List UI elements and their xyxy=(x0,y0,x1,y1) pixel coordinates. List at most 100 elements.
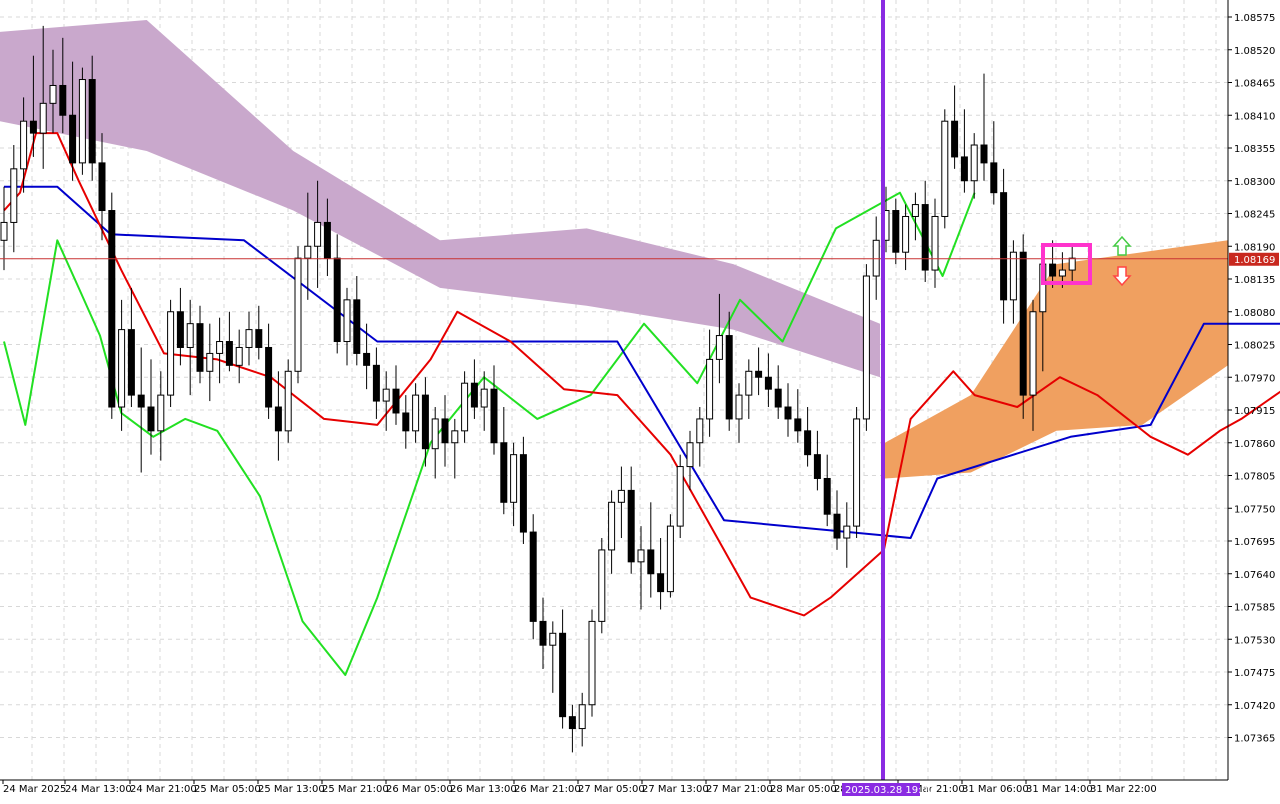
current-price-label: 1.08169 xyxy=(1234,255,1275,266)
candle-body xyxy=(441,418,449,444)
candle-body xyxy=(696,418,704,444)
x-tick-label: 25 Mar 21:00 xyxy=(322,784,389,795)
y-tick-label: 1.07365 xyxy=(1234,734,1275,745)
candle-body xyxy=(519,454,527,533)
candle-body xyxy=(421,394,429,450)
candle-body xyxy=(59,84,67,116)
candle-body xyxy=(627,489,635,563)
ichimoku-chart[interactable]: 1.08575 1.08520 1.08465 1.08410 1.08355 1.083… xyxy=(0,0,1280,800)
candle-body xyxy=(98,162,106,212)
candle-body xyxy=(382,388,390,402)
candle-body xyxy=(568,716,576,730)
y-tick-label: 1.08520 xyxy=(1234,46,1275,57)
candle-body xyxy=(539,620,547,646)
candle-body xyxy=(29,120,37,134)
candle-body xyxy=(108,210,116,408)
candle-body xyxy=(941,120,949,217)
candle-body xyxy=(715,335,723,360)
candle-body xyxy=(157,394,165,432)
candle-body xyxy=(480,388,488,408)
x-tick-label: 31 Mar 06:00 xyxy=(962,784,1029,795)
candle-body xyxy=(686,442,694,468)
candle-body xyxy=(461,382,469,432)
candle-body xyxy=(980,144,988,164)
candle-body xyxy=(1049,263,1057,277)
candle-body xyxy=(78,79,86,164)
candle-body xyxy=(186,323,194,348)
y-tick-label: 1.07805 xyxy=(1234,472,1275,483)
candle-body xyxy=(676,466,684,527)
x-tick-label: 24 Mar 13:00 xyxy=(65,784,132,795)
y-tick-label: 1.07530 xyxy=(1234,635,1275,646)
candle-body xyxy=(990,162,998,194)
candle-body xyxy=(892,210,900,253)
x-tick-label: 27 Mar 13:00 xyxy=(642,784,709,795)
candle-body xyxy=(490,388,498,444)
y-tick-label: 1.07860 xyxy=(1234,439,1275,450)
candle-body xyxy=(255,329,263,348)
y-tick-label: 1.07585 xyxy=(1234,603,1275,614)
candle-body xyxy=(843,525,851,539)
candle-body xyxy=(225,341,233,366)
candle-body xyxy=(451,430,459,444)
y-tick-label: 1.08410 xyxy=(1234,111,1275,122)
candle-body xyxy=(372,364,380,402)
candle-body xyxy=(323,221,331,259)
candle-body xyxy=(559,632,567,718)
candle-body xyxy=(764,376,772,390)
x-tick-label: 27 Mar 21:00 xyxy=(706,784,773,795)
candle-body xyxy=(774,388,782,408)
candle-body xyxy=(647,549,655,575)
candle-body xyxy=(853,418,861,527)
x-axis: 24 Mar 202524 Mar 13:0024 Mar 21:0025 Ma… xyxy=(2,780,1157,796)
candle-body xyxy=(1000,192,1008,301)
candle-body xyxy=(118,329,126,408)
candle-body xyxy=(500,442,508,503)
candle-body xyxy=(1029,311,1037,396)
y-tick-label: 1.08355 xyxy=(1234,144,1275,155)
candle-body xyxy=(794,418,802,432)
x-tick-label: 26 Mar 21:00 xyxy=(514,784,581,795)
candle-body xyxy=(833,513,841,539)
candle-body xyxy=(431,418,439,450)
candle-body xyxy=(470,382,478,408)
candle-body xyxy=(343,299,351,343)
candle-body xyxy=(176,311,184,348)
candle-body xyxy=(960,156,968,182)
candle-body xyxy=(167,311,175,396)
candle-body xyxy=(872,239,880,277)
candle-body xyxy=(1019,251,1027,396)
y-tick-label: 1.08080 xyxy=(1234,308,1275,319)
candle-body xyxy=(911,204,919,217)
candle-body xyxy=(39,102,47,134)
chart-canvas[interactable]: 1.08575 1.08520 1.08465 1.08410 1.08355 1.083… xyxy=(0,0,1280,800)
candle-body xyxy=(127,329,135,396)
y-tick-label: 1.08300 xyxy=(1234,177,1275,188)
x-tick-label: 31 Mar 22:00 xyxy=(1090,784,1157,795)
x-tick-label: 24 Mar 21:00 xyxy=(130,784,197,795)
x-tick-label: 28 Mar 05:00 xyxy=(770,784,837,795)
time-cursor-line xyxy=(881,0,885,780)
y-tick-label: 1.08465 xyxy=(1234,79,1275,90)
candle-body xyxy=(88,79,96,164)
candle-body xyxy=(598,549,606,622)
candle-body xyxy=(510,454,518,503)
y-tick-label: 1.08025 xyxy=(1234,341,1275,352)
candle-body xyxy=(970,144,978,182)
candle-body xyxy=(1058,269,1066,277)
y-tick-label: 1.08190 xyxy=(1234,242,1275,253)
candle-body xyxy=(216,341,224,354)
candle-body xyxy=(637,549,645,563)
candle-body xyxy=(725,335,733,420)
candle-body xyxy=(245,329,253,348)
candle-body xyxy=(666,525,674,593)
y-tick-label: 1.07420 xyxy=(1234,701,1275,712)
candle-body xyxy=(921,204,929,271)
candle-body xyxy=(549,632,557,646)
candle-body xyxy=(314,221,322,247)
x-tick-label: 31 Mar 14:00 xyxy=(1026,784,1093,795)
y-tick-label: 1.07970 xyxy=(1234,373,1275,384)
candle-body xyxy=(617,489,625,503)
y-tick-label: 1.07640 xyxy=(1234,570,1275,581)
x-tick-label: 27 Mar 05:00 xyxy=(578,784,645,795)
